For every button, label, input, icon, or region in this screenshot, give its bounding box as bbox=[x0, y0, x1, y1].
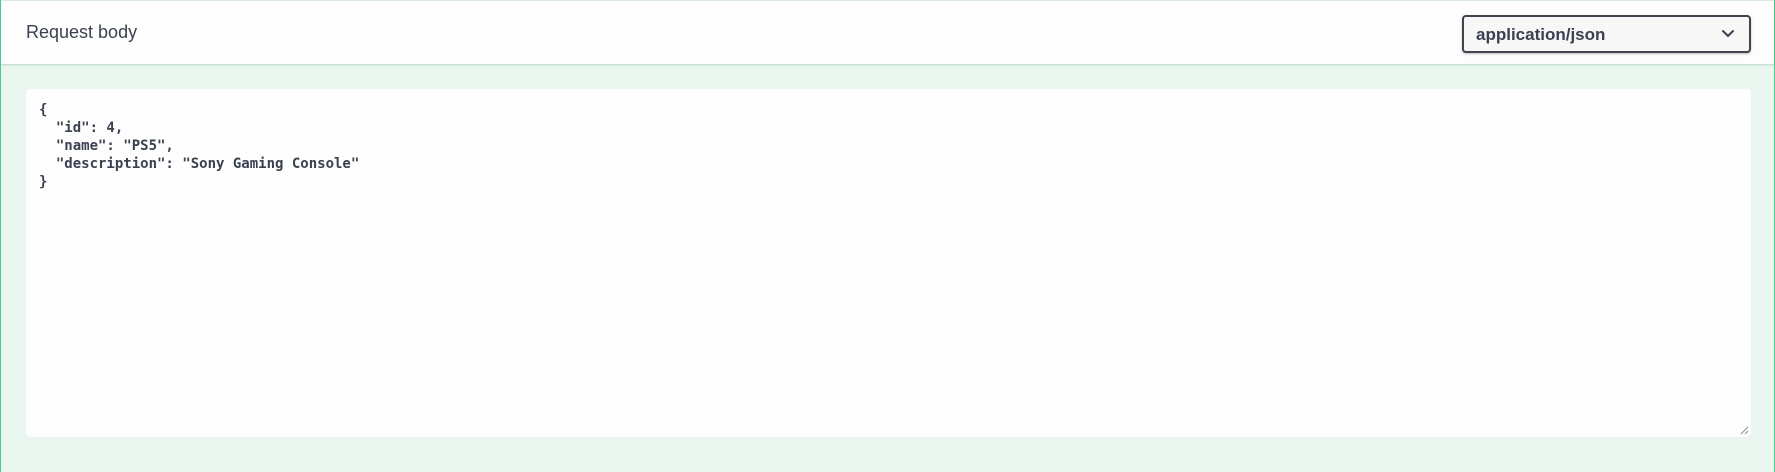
resize-handle-icon[interactable] bbox=[1739, 425, 1749, 435]
chevron-down-icon bbox=[1722, 30, 1734, 37]
request-body-header: Request body application/json bbox=[1, 0, 1774, 65]
request-body-panel: Request body application/json { "id": 4,… bbox=[0, 0, 1775, 472]
request-body-editor[interactable]: { "id": 4, "name": "PS5", "description":… bbox=[26, 89, 1751, 437]
request-body-json[interactable]: { "id": 4, "name": "PS5", "description":… bbox=[39, 101, 1738, 191]
content-type-select[interactable]: application/json bbox=[1462, 15, 1751, 53]
content-type-value: application/json bbox=[1476, 25, 1606, 44]
request-body-title: Request body bbox=[26, 22, 138, 42]
